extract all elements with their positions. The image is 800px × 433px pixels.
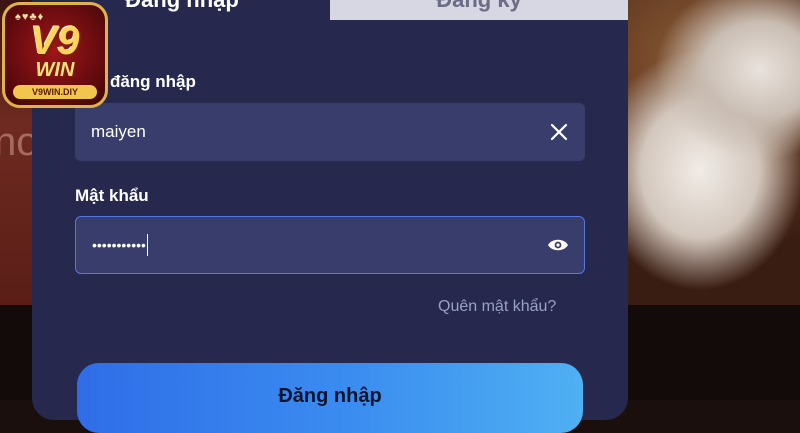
forgot-password-link[interactable]: Quên mật khẩu?: [438, 298, 556, 316]
logo-win-text: WIN: [35, 59, 75, 81]
username-value: maiyen: [91, 122, 146, 141]
tab-register-label: Đăng ký: [436, 0, 522, 13]
tab-login-label: Đăng nhập: [125, 0, 239, 13]
tab-register[interactable]: Đăng ký: [330, 0, 628, 20]
username-field[interactable]: maiyen: [75, 103, 585, 161]
login-modal: [32, 0, 628, 420]
login-button-label: Đăng nhập: [278, 385, 382, 407]
eye-icon[interactable]: [546, 233, 570, 257]
logo-domain: V9WIN.DIY: [13, 85, 97, 99]
password-value: •••••••••••: [92, 237, 146, 253]
password-value-wrap: •••••••••••: [92, 217, 149, 273]
login-button[interactable]: Đăng nhập: [77, 363, 583, 433]
logo-brand-text: V9: [30, 19, 80, 63]
text-caret: [146, 234, 149, 256]
brand-logo[interactable]: ♠♥♣♦ V9 WIN V9WIN.DIY: [2, 2, 108, 108]
password-label: Mật khẩu: [75, 186, 149, 205]
close-icon[interactable]: [547, 120, 571, 144]
password-field[interactable]: •••••••••••: [75, 216, 585, 274]
